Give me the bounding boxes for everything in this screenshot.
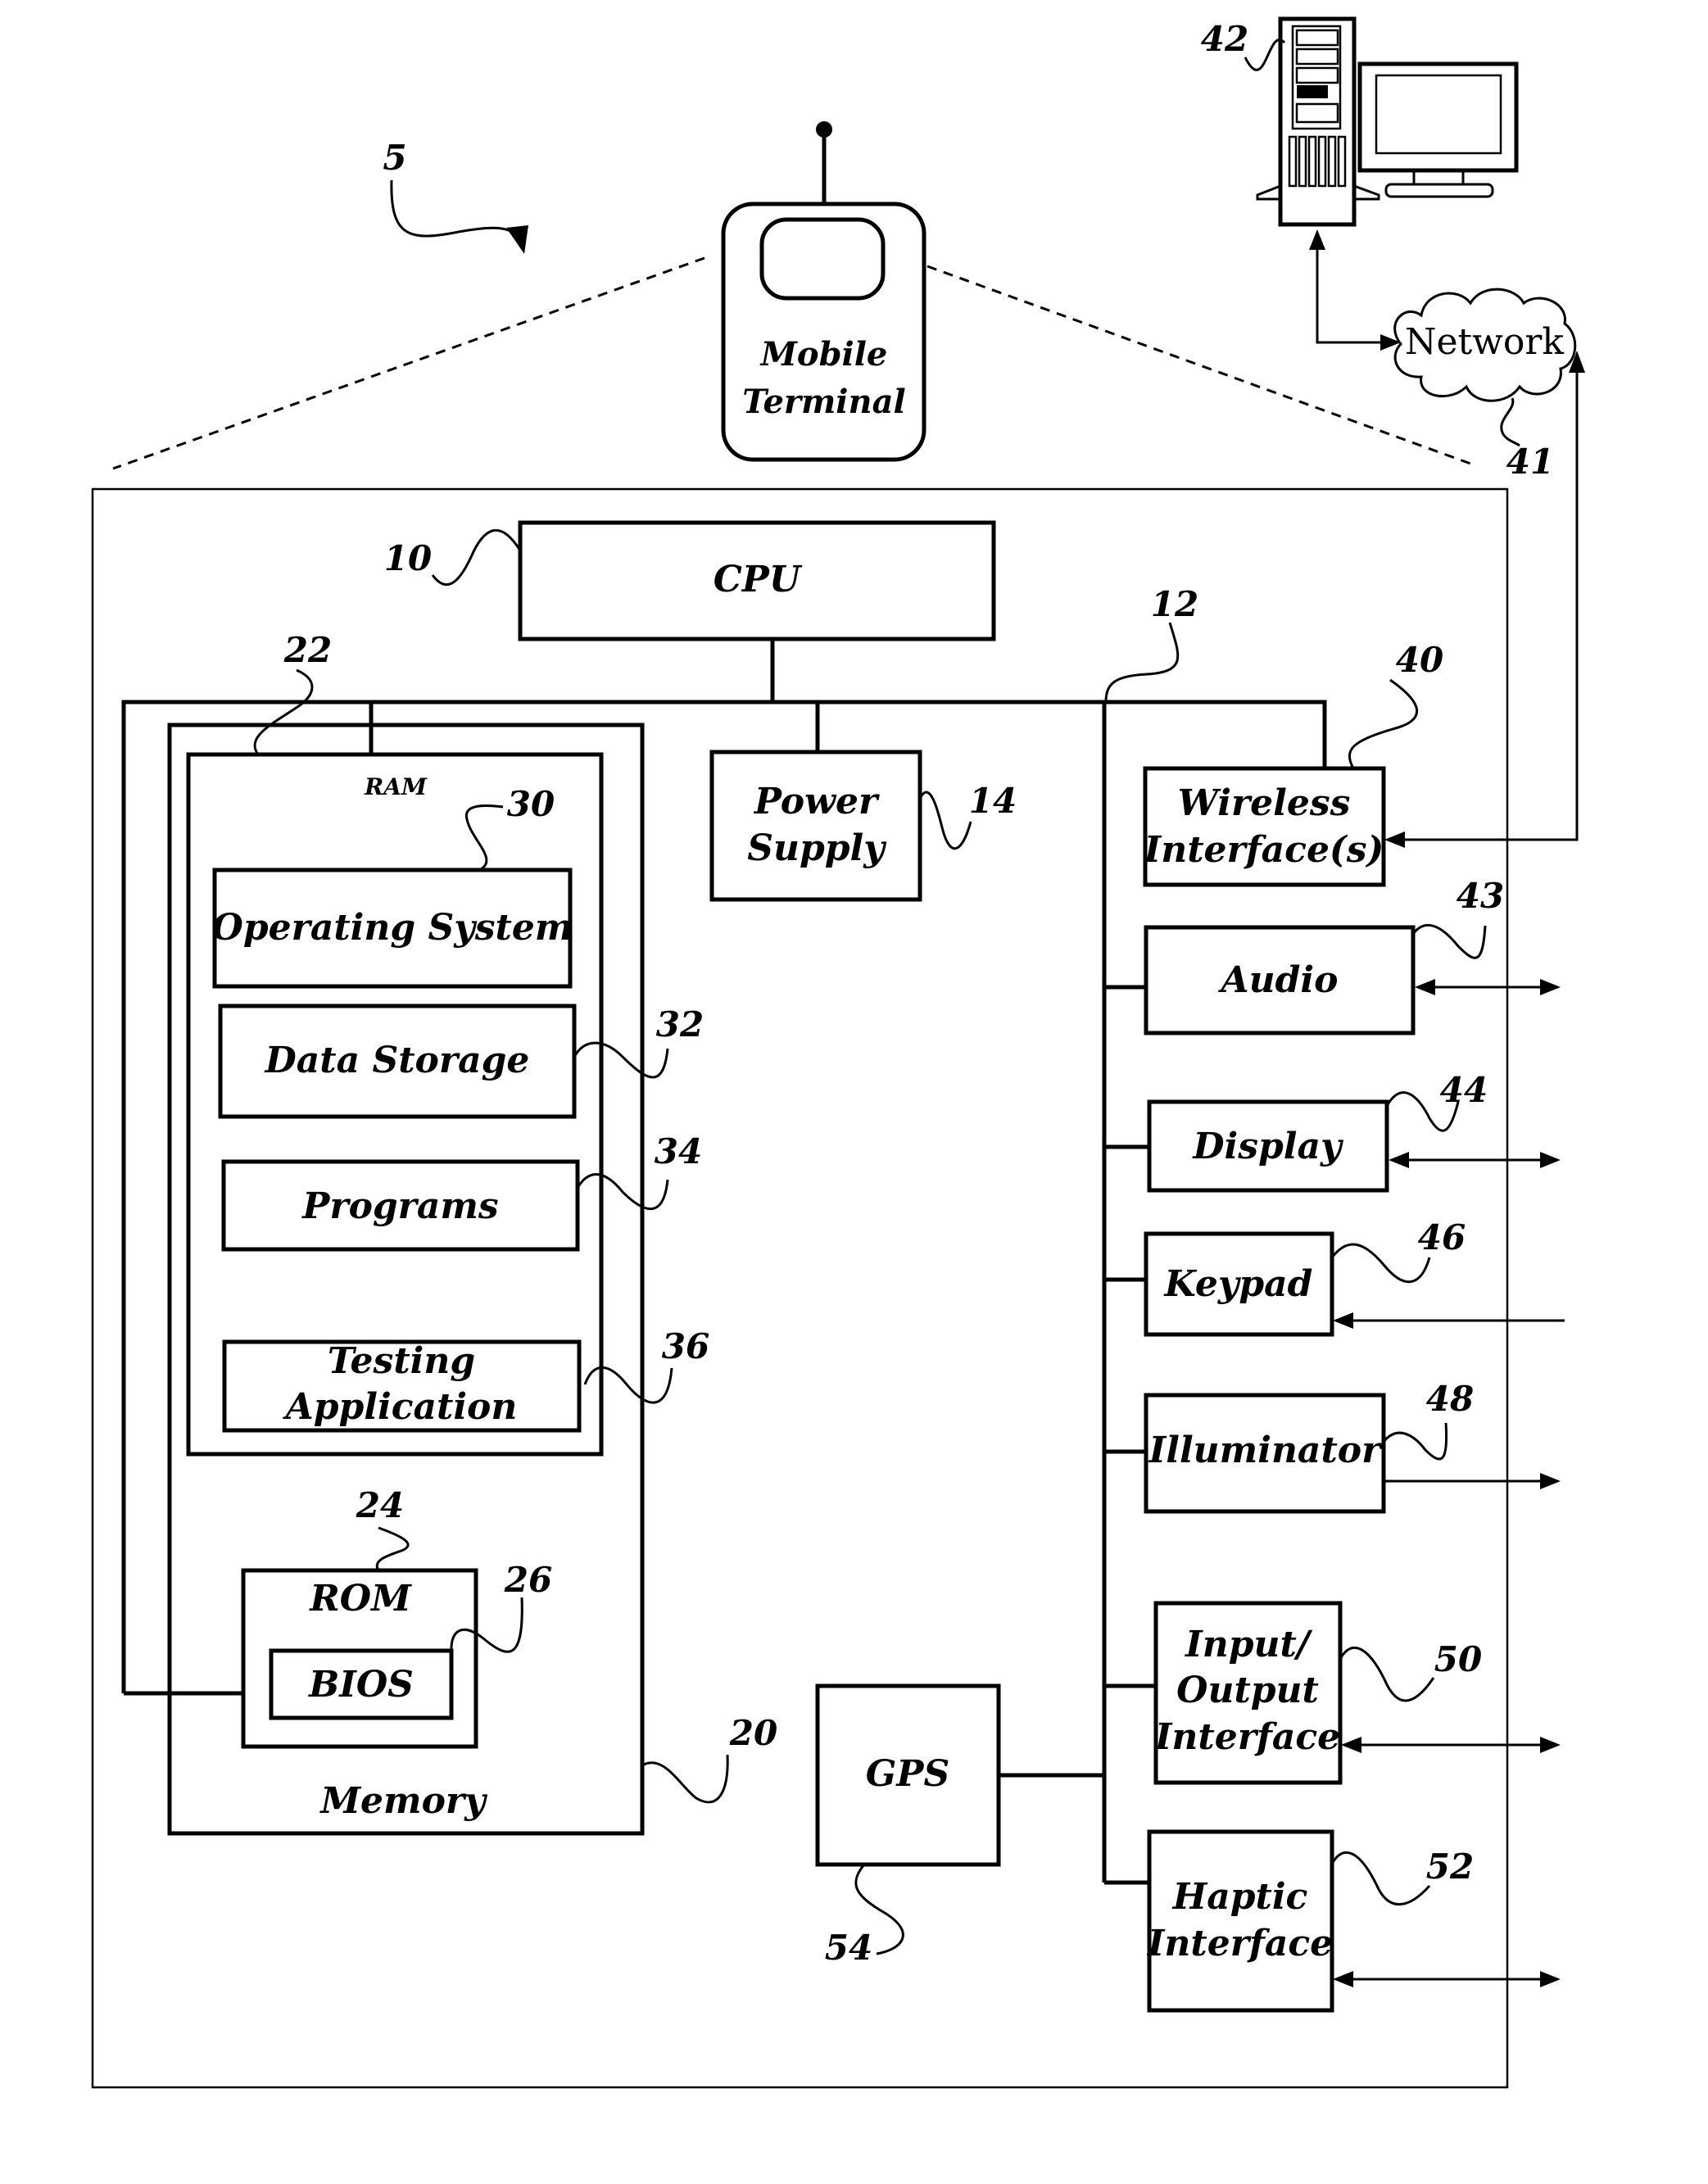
rom-label: ROM <box>308 1578 412 1620</box>
memory-ref-label: 20 <box>729 1713 777 1753</box>
memory-label: Memory <box>319 1780 488 1822</box>
arrowhead <box>1540 979 1561 995</box>
system-callout: 5 <box>383 138 528 254</box>
arrowhead <box>1415 979 1435 995</box>
server-network-link <box>1316 238 1393 344</box>
arrowhead <box>1309 229 1325 250</box>
tower-foot-left <box>1256 184 1281 201</box>
system-arrowhead <box>506 225 528 254</box>
haptic-interface-label-2: Interface <box>1146 1923 1333 1964</box>
power-supply-label-2: Supply <box>747 827 887 869</box>
haptic-interface-leader <box>1330 1851 1431 1906</box>
programs-ref-label: 34 <box>655 1131 702 1171</box>
mobile-terminal-label-1: Mobile <box>759 335 888 374</box>
illuminator-leader <box>1382 1422 1448 1461</box>
testing-application-label-1: Testing <box>328 1340 475 1382</box>
operating-system-ref-label: 30 <box>507 784 555 824</box>
io-interface-leader <box>1339 1646 1435 1702</box>
memory-bus-ref-label: 22 <box>283 630 332 670</box>
cpu-label: CPU <box>714 559 803 600</box>
monitor <box>1357 61 1519 173</box>
mobile-terminal-screen <box>759 217 886 301</box>
monitor-base <box>1384 183 1494 198</box>
haptic-interface-box[interactable] <box>1147 1829 1334 2013</box>
system-leader <box>390 179 519 238</box>
block-diagram: 5 Mobile Terminal 42 Network 41 CPU 10 1… <box>91 16 1585 2089</box>
wireless-interface-label-1: Wireless <box>1178 782 1351 824</box>
server-ref-label: 42 <box>1201 19 1248 59</box>
arrowhead <box>1384 831 1405 848</box>
network-label: Network <box>1405 321 1564 363</box>
arrowhead <box>1389 1152 1409 1168</box>
arrowhead <box>1333 1312 1353 1329</box>
expand-line-right <box>926 265 1474 466</box>
mobile-terminal-label-2: Terminal <box>742 383 905 421</box>
keypad-ref-label: 46 <box>1418 1217 1466 1257</box>
display-ref-label: 44 <box>1440 1070 1488 1110</box>
system-ref-label: 5 <box>383 138 406 178</box>
tower-foot-right <box>1353 184 1380 201</box>
illuminator-ref-label: 48 <box>1426 1379 1474 1419</box>
arrowhead <box>1540 1971 1561 1987</box>
haptic-interface-label-1: Haptic <box>1171 1876 1308 1918</box>
data-storage-ref-label: 32 <box>656 1004 704 1044</box>
rom-ref-label: 24 <box>356 1485 404 1525</box>
antenna-tip <box>816 121 832 138</box>
bios-ref-label: 26 <box>504 1560 552 1600</box>
gps-ref-label: 54 <box>825 1928 872 1968</box>
power-supply-ref-label: 14 <box>969 781 1017 821</box>
io-interface-label-2: Output <box>1176 1670 1319 1711</box>
display-label: Display <box>1191 1126 1344 1167</box>
testing-application-label-2: Application <box>283 1386 518 1428</box>
audio-leader <box>1411 923 1487 959</box>
cpu-ref-label: 10 <box>384 538 432 578</box>
io-interface-ref-label: 50 <box>1434 1639 1482 1679</box>
arrowhead <box>1540 1152 1561 1168</box>
network-leader <box>1500 397 1520 447</box>
wireless-network-link <box>1393 360 1579 841</box>
power-supply-leader <box>918 791 972 850</box>
wireless-interface-label-2: Interface(s) <box>1143 829 1384 871</box>
arrowhead <box>1540 1473 1561 1489</box>
operating-system-label: Operating System <box>212 907 573 949</box>
wireless-interface-ref-label: 40 <box>1396 640 1443 680</box>
wireless-interface-leader <box>1348 678 1418 769</box>
haptic-interface-ref-label: 52 <box>1426 1846 1474 1887</box>
network-ref-label: 41 <box>1506 442 1554 482</box>
bus-ref-label: 12 <box>1151 584 1198 624</box>
monitor-neck <box>1412 169 1465 186</box>
power-supply-label-1: Power <box>753 781 880 822</box>
bios-label: BIOS <box>307 1664 414 1706</box>
io-interface-label-1: Input/ <box>1184 1624 1313 1665</box>
bus-leader <box>1104 622 1180 703</box>
drive-4 <box>1297 85 1328 98</box>
keypad-leader <box>1330 1243 1431 1284</box>
testing-application-ref-label: 36 <box>662 1326 709 1366</box>
illuminator-label: Illuminator <box>1148 1430 1383 1471</box>
arrowhead <box>1540 1737 1561 1753</box>
io-interface-label-3: Interface <box>1153 1716 1340 1758</box>
data-storage-label: Data Storage <box>264 1040 530 1081</box>
programs-label: Programs <box>301 1185 498 1227</box>
audio-ref-label: 43 <box>1457 876 1504 916</box>
audio-label: Audio <box>1218 959 1339 1001</box>
mobile-terminal-icon: Mobile Terminal <box>721 121 926 462</box>
cpu-leader <box>431 528 522 586</box>
expand-line-left <box>112 256 705 470</box>
arrowhead <box>1341 1737 1361 1753</box>
gps-label: GPS <box>866 1753 949 1795</box>
keypad-label: Keypad <box>1163 1263 1313 1305</box>
ram-label: RAM <box>364 773 428 800</box>
arrowhead <box>1333 1971 1353 1987</box>
memory-leader <box>641 1754 729 1804</box>
computer-workstation-icon <box>1256 16 1519 227</box>
power-supply-box[interactable] <box>709 750 922 902</box>
